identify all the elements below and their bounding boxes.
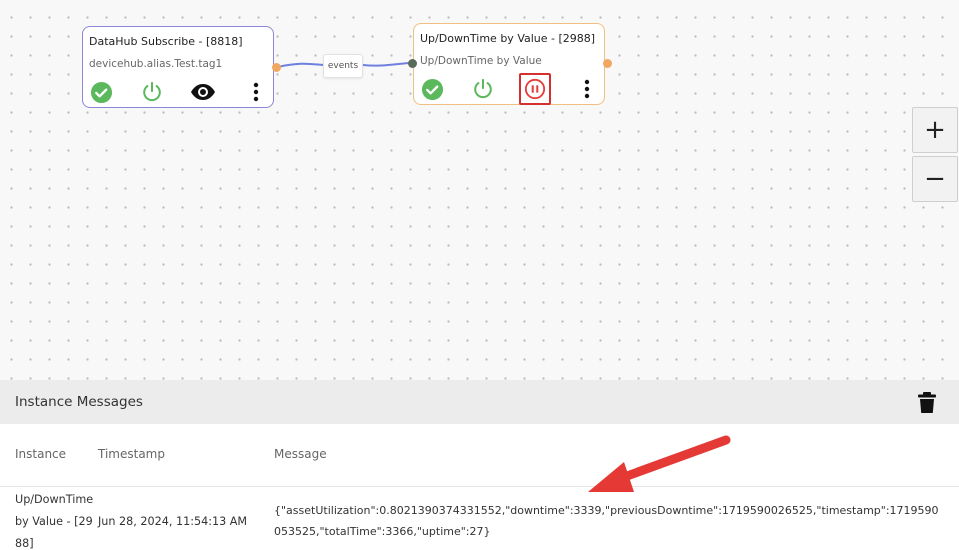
panel-header: Instance Messages <box>0 380 959 424</box>
kebab-menu-icon[interactable] <box>574 76 600 102</box>
node-title: DataHub Subscribe - [8818] <box>89 35 243 48</box>
kebab-menu-icon[interactable] <box>243 79 269 105</box>
eye-icon[interactable] <box>190 79 216 105</box>
zoom-in-button[interactable]: + <box>912 107 958 153</box>
check-circle-icon[interactable] <box>419 76 445 102</box>
input-port[interactable] <box>408 59 417 68</box>
node-subtitle: Up/DownTime by Value <box>420 55 542 67</box>
zoom-out-button[interactable]: − <box>912 156 958 202</box>
trash-icon[interactable] <box>917 392 937 414</box>
node-updowntime[interactable]: Up/DownTime by Value - [2988] Up/DownTim… <box>413 23 605 105</box>
instance-messages-panel: Instance Messages Instance Timestamp Mes… <box>0 380 959 550</box>
column-header-timestamp[interactable]: Timestamp <box>98 447 165 461</box>
pause-circle-icon[interactable] <box>519 73 551 105</box>
output-port[interactable] <box>272 63 281 72</box>
node-subtitle: devicehub.alias.Test.tag1 <box>89 58 223 70</box>
flow-canvas[interactable]: events DataHub Subscribe - [8818] device… <box>0 0 959 380</box>
message-cell: {"assetUtilization":0.8021390374331552,"… <box>274 504 939 538</box>
column-header-instance[interactable]: Instance <box>15 447 66 461</box>
column-header-message[interactable]: Message <box>274 447 327 461</box>
timestamp-cell: Jun 28, 2024, 11:54:13 AM <box>98 515 248 528</box>
instance-cell: Up/DownTime by Value - [2988] <box>15 493 94 550</box>
power-icon[interactable] <box>139 79 165 105</box>
row-divider <box>0 486 959 487</box>
power-icon[interactable] <box>470 76 496 102</box>
edge-label[interactable]: events <box>323 54 363 78</box>
panel-title: Instance Messages <box>15 394 143 410</box>
output-port[interactable] <box>603 59 612 68</box>
check-circle-icon[interactable] <box>88 79 114 105</box>
node-title: Up/DownTime by Value - [2988] <box>420 32 596 45</box>
node-datahub-subscribe[interactable]: DataHub Subscribe - [8818] devicehub.ali… <box>82 26 274 108</box>
